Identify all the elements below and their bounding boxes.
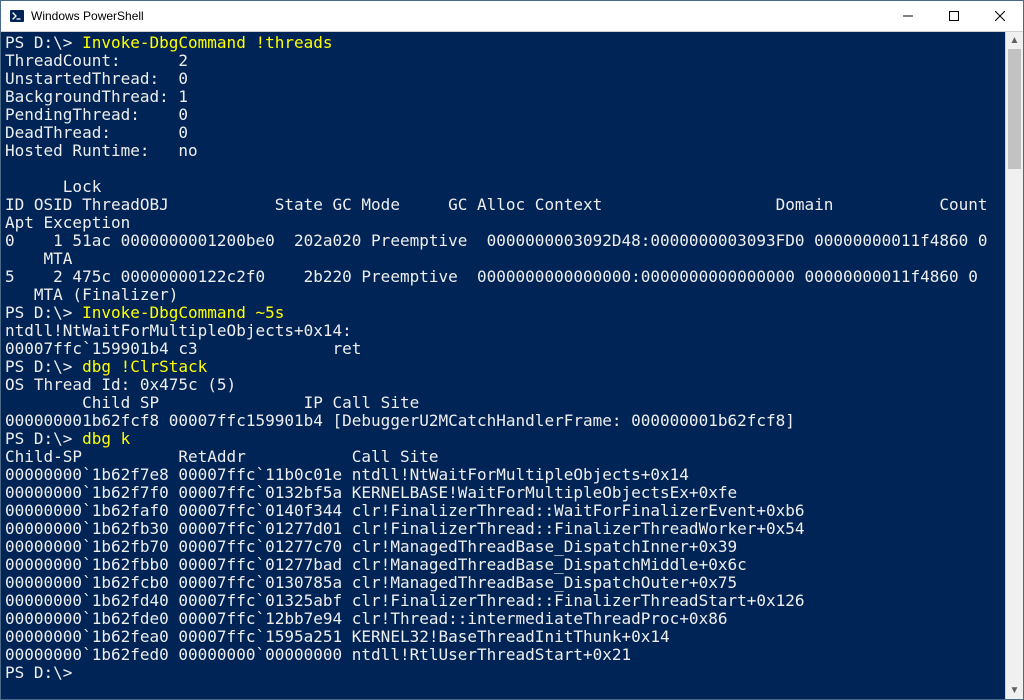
scroll-down-arrow[interactable]: ▼ <box>1006 682 1023 699</box>
titlebar[interactable]: Windows PowerShell <box>1 1 1023 32</box>
minimize-button[interactable] <box>885 1 931 31</box>
powershell-icon <box>9 8 25 24</box>
command-input: Invoke-DbgCommand !threads <box>82 33 332 52</box>
prompt: PS D:\> <box>5 303 82 322</box>
terminal-line: PS D:\> <box>5 664 1005 682</box>
scroll-thumb[interactable] <box>1008 49 1021 169</box>
terminal-line: 00000000`1b62fb30 00007ffc`01277d01 clr!… <box>5 520 1005 538</box>
close-button[interactable] <box>977 1 1023 31</box>
terminal-line: 00000000`1b62fbb0 00007ffc`01277bad clr!… <box>5 556 1005 574</box>
powershell-window: Windows PowerShell PS D:\> Invoke-DbgCom… <box>0 0 1024 700</box>
terminal-line: MTA <box>5 250 1005 268</box>
terminal-line: OS Thread Id: 0x475c (5) <box>5 376 1005 394</box>
scroll-up-arrow[interactable]: ▲ <box>1006 32 1023 49</box>
terminal-line <box>5 160 1005 178</box>
terminal-line: ID OSID ThreadOBJ State GC Mode GC Alloc… <box>5 196 1005 214</box>
window-title: Windows PowerShell <box>31 9 144 23</box>
terminal-line: 00000000`1b62fed0 00000000`00000000 ntdl… <box>5 646 1005 664</box>
terminal-line: Apt Exception <box>5 214 1005 232</box>
prompt: PS D:\> <box>5 357 82 376</box>
terminal-line: 00000000`1b62f7f0 00007ffc`0132bf5a KERN… <box>5 484 1005 502</box>
terminal-line: PS D:\> Invoke-DbgCommand !threads <box>5 34 1005 52</box>
client-area: PS D:\> Invoke-DbgCommand !threadsThread… <box>1 32 1023 699</box>
terminal-line: 00000000`1b62fde0 00007ffc`12bb7e94 clr!… <box>5 610 1005 628</box>
terminal-line: BackgroundThread: 1 <box>5 88 1005 106</box>
command-input: dbg k <box>82 429 130 448</box>
terminal-line: Lock <box>5 178 1005 196</box>
terminal-line: 0 1 51ac 0000000001200be0 202a020 Preemp… <box>5 232 1005 250</box>
terminal-line: 00000000`1b62faf0 00007ffc`0140f344 clr!… <box>5 502 1005 520</box>
terminal-line: PS D:\> dbg k <box>5 430 1005 448</box>
terminal-line: UnstartedThread: 0 <box>5 70 1005 88</box>
terminal-line: 00000000`1b62fd40 00007ffc`01325abf clr!… <box>5 592 1005 610</box>
terminal-line: 000000001b62fcf8 00007ffc159901b4 [Debug… <box>5 412 1005 430</box>
terminal-line: Hosted Runtime: no <box>5 142 1005 160</box>
terminal-line: MTA (Finalizer) <box>5 286 1005 304</box>
prompt: PS D:\> <box>5 663 72 682</box>
terminal-line: 00007ffc`159901b4 c3 ret <box>5 340 1005 358</box>
terminal-line: DeadThread: 0 <box>5 124 1005 142</box>
command-input: dbg !ClrStack <box>82 357 207 376</box>
vertical-scrollbar[interactable]: ▲ ▼ <box>1005 32 1023 699</box>
terminal-line: ThreadCount: 2 <box>5 52 1005 70</box>
prompt: PS D:\> <box>5 429 82 448</box>
terminal-line: 5 2 475c 00000000122c2f0 2b220 Preemptiv… <box>5 268 1005 286</box>
terminal-line: 00000000`1b62fcb0 00007ffc`0130785a clr!… <box>5 574 1005 592</box>
terminal-line: ntdll!NtWaitForMultipleObjects+0x14: <box>5 322 1005 340</box>
terminal-line: 00000000`1b62fea0 00007ffc`1595a251 KERN… <box>5 628 1005 646</box>
terminal-output[interactable]: PS D:\> Invoke-DbgCommand !threadsThread… <box>1 32 1005 699</box>
terminal-line: PS D:\> Invoke-DbgCommand ~5s <box>5 304 1005 322</box>
terminal-line: Child-SP RetAddr Call Site <box>5 448 1005 466</box>
prompt: PS D:\> <box>5 33 82 52</box>
terminal-line: PendingThread: 0 <box>5 106 1005 124</box>
maximize-button[interactable] <box>931 1 977 31</box>
terminal-line: Child SP IP Call Site <box>5 394 1005 412</box>
terminal-line: 00000000`1b62fb70 00007ffc`01277c70 clr!… <box>5 538 1005 556</box>
command-input: Invoke-DbgCommand ~5s <box>82 303 284 322</box>
terminal-line: PS D:\> dbg !ClrStack <box>5 358 1005 376</box>
terminal-line: 00000000`1b62f7e8 00007ffc`11b0c01e ntdl… <box>5 466 1005 484</box>
